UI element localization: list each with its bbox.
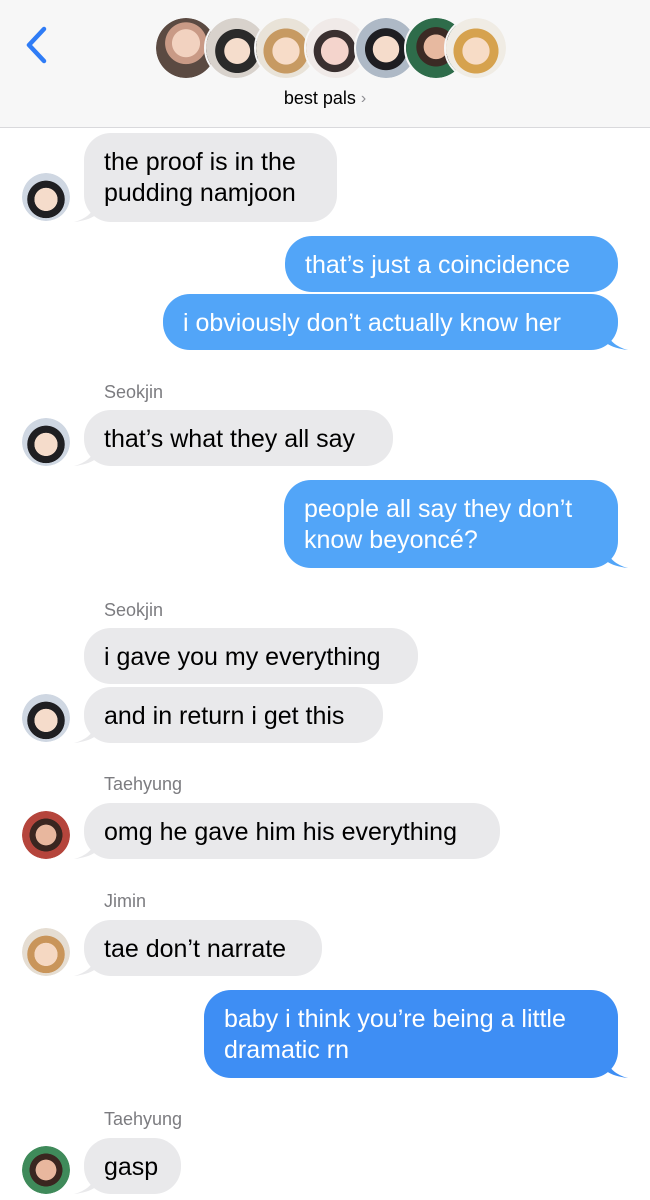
member-avatar xyxy=(444,16,508,80)
sender-name: Seokjin xyxy=(104,382,164,402)
group-name-button[interactable]: best pals › xyxy=(0,88,650,109)
sender-avatar[interactable] xyxy=(22,928,70,976)
sender-avatar[interactable] xyxy=(22,418,70,466)
sender-name: Seokjin xyxy=(104,600,164,620)
sent-message-bubble[interactable]: that’s just a coincidence xyxy=(285,236,618,292)
message-text-line: and in return i get this xyxy=(104,702,345,730)
message-text-line: that’s just a coincidence xyxy=(305,251,570,279)
sent-message-bubble[interactable]: baby i think you’re being a little drama… xyxy=(204,990,618,1078)
group-name: best pals xyxy=(283,88,356,108)
sender-avatar[interactable] xyxy=(22,811,70,859)
received-message-bubble[interactable]: that’s what they all say xyxy=(84,410,393,466)
message-text-line: dramatic rn xyxy=(224,1036,350,1064)
sender-name: Jimin xyxy=(104,891,147,911)
received-message-bubble[interactable]: i gave you my everything xyxy=(84,628,418,684)
sent-message-bubble[interactable]: people all say they don’t know beyoncé? xyxy=(284,480,618,568)
sender-name: Taehyung xyxy=(104,774,183,794)
message-text-line: baby i think you’re being a little xyxy=(224,1005,566,1033)
message-text-line: pudding namjoon xyxy=(104,179,296,207)
message-text-line: omg he gave him his everything xyxy=(104,818,457,846)
message-text-line: the proof is in the xyxy=(104,148,296,176)
sent-message-bubble[interactable]: i obviously don’t actually know her xyxy=(163,294,618,350)
sender-avatar[interactable] xyxy=(22,694,70,742)
sender-avatar[interactable] xyxy=(22,173,70,221)
messages-app: best pals › the proof is in the pudding n… xyxy=(0,0,650,1200)
message-text-line: people all say they don’t xyxy=(304,495,573,523)
received-message-bubble[interactable]: the proof is in the pudding namjoon xyxy=(84,133,337,222)
received-message-bubble[interactable]: gasp xyxy=(84,1138,181,1194)
back-button[interactable] xyxy=(22,24,54,66)
message-text-line: i gave you my everything xyxy=(104,643,381,671)
received-message-bubble[interactable]: omg he gave him his everything xyxy=(84,803,500,859)
sender-avatar[interactable] xyxy=(22,1146,70,1194)
sender-name: Taehyung xyxy=(104,1109,183,1129)
chevron-right-icon: › xyxy=(360,90,367,107)
message-text-line: tae don’t narrate xyxy=(104,935,287,963)
received-message-bubble[interactable]: tae don’t narrate xyxy=(84,920,322,976)
received-message-bubble[interactable]: and in return i get this xyxy=(84,687,383,743)
message-text-line: gasp xyxy=(104,1153,159,1181)
conversation-header: best pals › xyxy=(0,0,650,128)
message-text-line: that’s what they all say xyxy=(104,425,356,453)
chevron-left-icon xyxy=(26,26,47,64)
message-text-line: i obviously don’t actually know her xyxy=(183,309,561,337)
message-text-line: know beyoncé? xyxy=(304,526,478,554)
